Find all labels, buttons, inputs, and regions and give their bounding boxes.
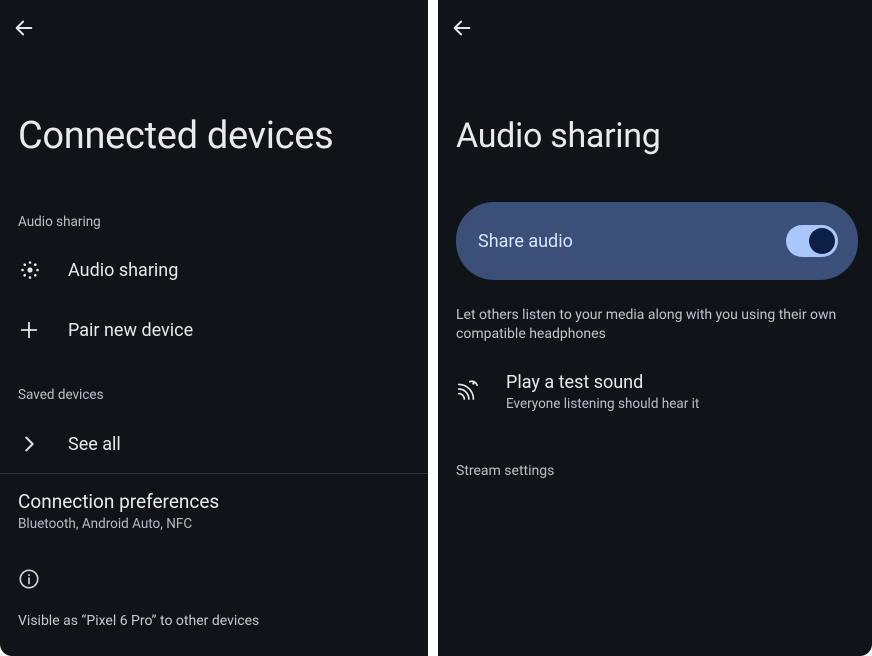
back-button[interactable]	[448, 14, 476, 42]
audio-sharing-label: Audio sharing	[68, 260, 178, 281]
play-test-sound-text: Play a test sound Everyone listening sho…	[506, 372, 699, 412]
toggle-knob	[809, 228, 835, 254]
section-label-saved-devices: Saved devices	[18, 387, 104, 403]
see-all-label: See all	[68, 434, 121, 455]
connection-preferences-row[interactable]: Connection preferences Bluetooth, Androi…	[18, 490, 410, 532]
play-test-sound-subtitle: Everyone listening should hear it	[506, 396, 699, 412]
audio-sharing-pane: Audio sharing Share audio Let others lis…	[438, 0, 872, 656]
see-all-row[interactable]: See all	[0, 424, 428, 464]
connection-preferences-subtitle: Bluetooth, Android Auto, NFC	[18, 516, 410, 532]
audio-sharing-row[interactable]: Audio sharing	[0, 252, 428, 288]
pair-new-device-row[interactable]: Pair new device	[0, 312, 428, 348]
chevron-right-icon	[18, 433, 68, 455]
share-audio-description: Let others listen to your media along wi…	[456, 306, 858, 344]
info-icon	[18, 568, 40, 590]
divider	[0, 473, 428, 474]
section-label-audio-sharing: Audio sharing	[18, 214, 101, 230]
share-audio-card[interactable]: Share audio	[456, 202, 858, 280]
visibility-text: Visible as “Pixel 6 Pro” to other device…	[18, 613, 259, 629]
share-audio-label: Share audio	[478, 231, 573, 252]
back-arrow-icon	[451, 17, 473, 39]
connection-preferences-title: Connection preferences	[18, 490, 410, 513]
audio-sharing-dots-icon	[18, 258, 68, 282]
connected-devices-pane: Connected devices Audio sharing Audio sh…	[0, 0, 428, 656]
play-test-sound-title: Play a test sound	[506, 372, 699, 393]
section-label-stream-settings: Stream settings	[456, 463, 554, 479]
pane-gap	[428, 0, 438, 656]
plus-icon	[18, 319, 68, 341]
cast-audio-icon	[456, 372, 506, 400]
share-audio-toggle[interactable]	[786, 225, 838, 257]
pair-new-device-label: Pair new device	[68, 320, 193, 341]
page-title: Audio sharing	[456, 116, 661, 156]
back-button[interactable]	[10, 14, 38, 42]
page-title: Connected devices	[18, 114, 333, 158]
play-test-sound-row[interactable]: Play a test sound Everyone listening sho…	[456, 372, 858, 412]
back-arrow-icon	[13, 17, 35, 39]
